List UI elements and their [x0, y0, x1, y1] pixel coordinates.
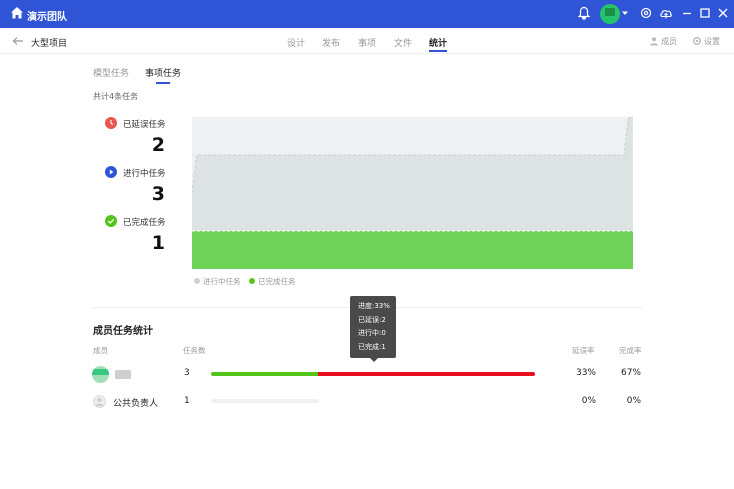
- title-bar: 演示团队: [0, 0, 734, 28]
- home-icon[interactable]: [10, 6, 24, 20]
- member-task-count: 3: [184, 368, 190, 378]
- play-icon: [105, 166, 117, 178]
- tooltip-progress: 进度:33%: [358, 302, 390, 310]
- tooltip-delayed: 已延误:2: [358, 315, 386, 324]
- legend-dot-completed: [249, 278, 255, 284]
- back-arrow-icon[interactable]: [12, 36, 24, 46]
- team-name[interactable]: 演示团队: [27, 8, 67, 23]
- header-completion-rate: 完成率: [619, 346, 642, 355]
- member-progress-done: [211, 372, 318, 376]
- public-owner-name: 公共负责人: [113, 399, 159, 409]
- chevron-down-icon[interactable]: [621, 9, 629, 17]
- member-delay-rate: 33%: [575, 368, 596, 378]
- project-nav: 大型项目 设计 发布 事项 文件 统计 成员 设置: [0, 28, 734, 54]
- cloud-upload-icon[interactable]: [659, 6, 673, 20]
- tooltip-in-progress: 进行中:0: [358, 329, 386, 337]
- legend-dot-in-progress: [194, 278, 200, 284]
- series-area-1: [192, 231, 633, 269]
- legend-completed[interactable]: 已完成任务: [249, 276, 296, 287]
- settings-label: 设置: [704, 37, 720, 46]
- close-icon[interactable]: [716, 6, 730, 20]
- tab-design[interactable]: 设计: [287, 36, 305, 49]
- delayed-label: 已延误任务: [123, 120, 166, 130]
- tooltip-completed: 已完成:1: [358, 342, 386, 351]
- member-progress-rest: [317, 372, 535, 376]
- members-section-title: 成员任务统计: [93, 326, 153, 337]
- delayed-count: 2: [151, 134, 165, 156]
- completed-count: 1: [151, 232, 165, 254]
- tab-statistics[interactable]: 统计: [429, 36, 448, 52]
- member-avatar: [92, 366, 109, 383]
- members-icon: [650, 37, 658, 46]
- header-task-count: 任务数: [183, 346, 206, 355]
- members-label: 成员: [661, 37, 677, 46]
- header-delay-rate: 延误率: [572, 346, 595, 355]
- task-area-chart: [192, 117, 633, 269]
- legend-label-in-progress: 进行中任务: [203, 277, 241, 286]
- settings-button[interactable]: 设置: [692, 36, 720, 47]
- clock-icon: [105, 117, 117, 129]
- tab-item-tasks[interactable]: 事项任务: [145, 66, 181, 84]
- legend-label-completed: 已完成任务: [258, 277, 296, 286]
- tab-release[interactable]: 发布: [322, 36, 340, 49]
- maximize-icon[interactable]: [698, 6, 712, 20]
- in-progress-label: 进行中任务: [123, 169, 166, 179]
- header-member: 成员: [93, 346, 108, 355]
- member-completion-rate: 67%: [620, 368, 641, 378]
- tab-files[interactable]: 文件: [394, 36, 412, 49]
- tab-items[interactable]: 事项: [358, 36, 376, 49]
- public-owner-completion-rate: 0%: [626, 396, 641, 406]
- tab-model-tasks[interactable]: 模型任务: [93, 66, 129, 79]
- in-progress-count: 3: [151, 183, 165, 205]
- settings-gear-icon: [693, 37, 701, 45]
- members-button[interactable]: 成员: [649, 36, 677, 47]
- public-owner-avatar: [93, 395, 106, 408]
- legend-in-progress[interactable]: 进行中任务: [194, 276, 241, 287]
- public-owner-delay-rate: 0%: [581, 396, 596, 406]
- person-icon: [95, 398, 104, 406]
- user-avatar[interactable]: [600, 4, 620, 24]
- completed-label: 已完成任务: [123, 218, 166, 228]
- public-owner-progress-bar: [211, 399, 319, 403]
- bell-icon[interactable]: [577, 6, 591, 20]
- check-icon: [105, 215, 117, 227]
- task-total: 共计4条任务: [93, 92, 139, 101]
- progress-tooltip: 进度:33% 已延误:2 进行中:0 已完成:1: [350, 296, 396, 362]
- minimize-icon[interactable]: [680, 6, 694, 20]
- project-title: 大型项目: [31, 39, 68, 49]
- member-name: [115, 370, 131, 379]
- public-owner-task-count: 1: [184, 396, 190, 406]
- gear-icon[interactable]: [639, 6, 653, 20]
